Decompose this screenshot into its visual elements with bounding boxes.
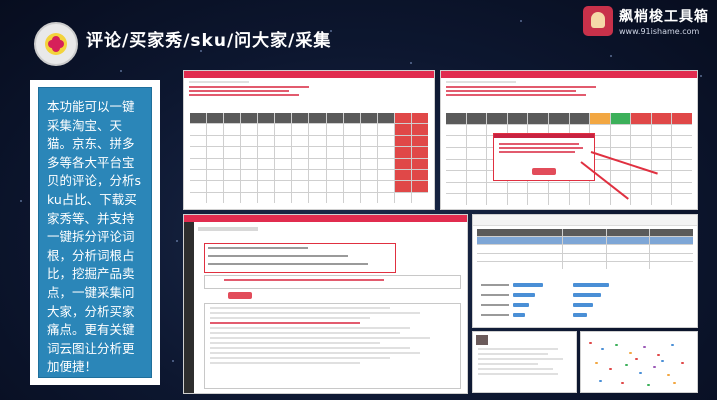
screenshot-popup-dialog <box>440 70 698 210</box>
brand-url: www.91ishame.com <box>619 27 700 36</box>
screenshot-word-cloud <box>580 331 698 393</box>
screenshot-settings-window <box>183 214 468 394</box>
screenshot-comment-list <box>472 331 577 393</box>
brand-block: 飙梢梭工具箱 www.91ishame.com <box>583 6 709 36</box>
screenshot-comment-table <box>183 70 435 210</box>
app-sidebar <box>184 222 194 393</box>
popup-dialog <box>493 133 595 181</box>
flower-logo-icon <box>45 33 67 55</box>
logo <box>34 22 78 66</box>
description-text: 本功能可以一键采集淘宝、天猫。京东、拼多多等各大平台宝贝的评论，分析sku占比、… <box>47 99 142 375</box>
brand-name: 飙梢梭工具箱 <box>619 9 709 25</box>
screenshot-sku-analysis <box>472 214 698 328</box>
mascot-badge-icon <box>583 6 613 36</box>
page-title: 评论/买家秀/sku/问大家/采集 <box>86 31 332 51</box>
description-panel: 本功能可以一键采集淘宝、天猫。京东、拼多多等各大平台宝贝的评论，分析sku占比、… <box>30 80 160 385</box>
